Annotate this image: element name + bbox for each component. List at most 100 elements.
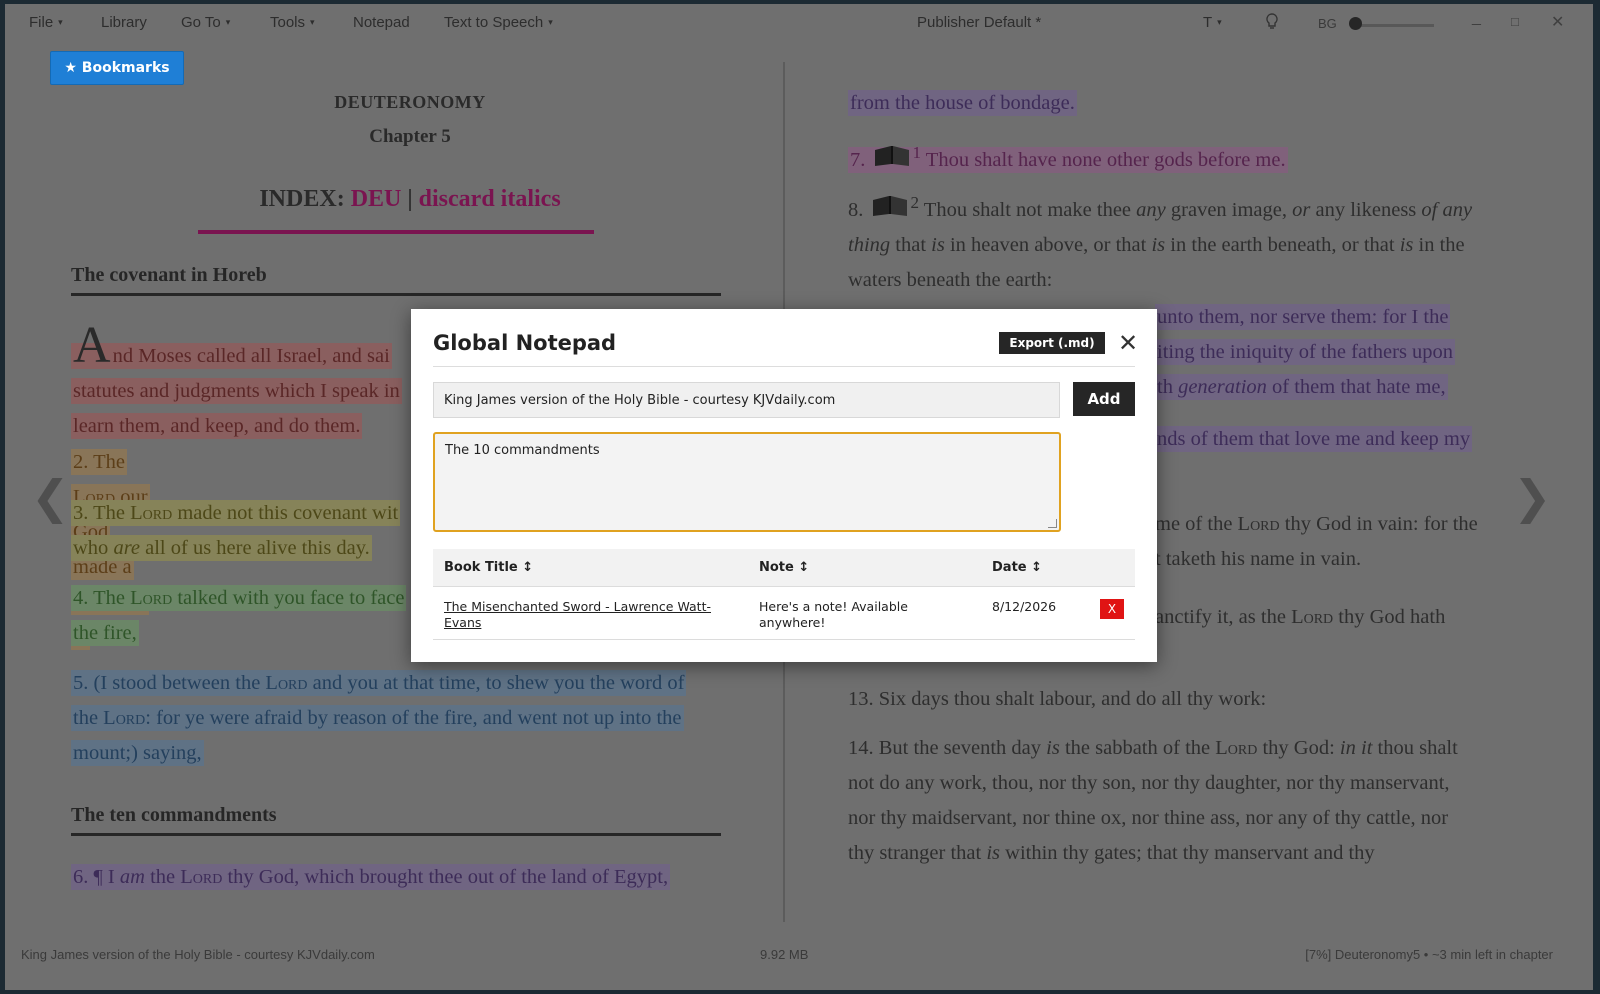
font-size-button[interactable]: T ▾ <box>1203 14 1222 31</box>
italic-word: is <box>1399 233 1414 256</box>
italic-word: am <box>119 866 145 888</box>
verse-text: thy God hath <box>1333 606 1446 628</box>
verse-3-line-1: 3. The Lord made not this covenant wit <box>71 500 401 526</box>
menu-library[interactable]: Library <box>101 14 147 31</box>
index-deu-link[interactable]: DEU <box>351 186 402 212</box>
book-icon[interactable] <box>873 144 911 168</box>
publisher-theme-label[interactable]: Publisher Default * <box>917 14 1041 31</box>
status-size: 9.92 MB <box>760 947 809 962</box>
status-source: King James version of the Holy Bible - c… <box>21 947 375 962</box>
footnote-marker[interactable]: 1 <box>913 143 922 162</box>
status-progress: [7%] Deuteronomy5 • ~3 min left in chapt… <box>1305 947 1553 962</box>
column-book-title[interactable]: Book Title ↕ <box>444 560 533 575</box>
menu-tools[interactable]: Tools ▾ <box>270 14 315 31</box>
italic-word: of any <box>1421 198 1473 221</box>
verse-3-line-2: who are all of us here alive this day. <box>71 535 372 561</box>
verse-text: nd Moses called all Israel, and sai <box>112 345 390 367</box>
verse-text: : for ye were afraid by reason of the fi… <box>145 707 682 729</box>
column-note[interactable]: Note ↕ <box>759 560 809 575</box>
discard-italics-link[interactable]: discard italics <box>419 186 561 212</box>
close-window-button[interactable]: ✕ <box>1551 12 1564 32</box>
verse-text: th <box>1157 376 1179 398</box>
section-heading: The covenant in Horeb <box>71 264 721 296</box>
verse-line: th generation of them that hate me, <box>1155 374 1448 400</box>
add-note-button[interactable]: Add <box>1073 382 1135 416</box>
next-page-icon[interactable]: ❯ <box>1513 470 1552 524</box>
verse-5-line-1: 5. (I stood between the Lord and you at … <box>71 670 687 696</box>
verse-5[interactable]: 5. (I stood between the Lord and you at … <box>71 666 771 771</box>
chapter-title: Chapter 5 <box>369 126 451 147</box>
verse-text: 14. But the seventh day <box>848 737 1047 759</box>
verse-11-partial[interactable]: me of the Lord thy God in vain: for the … <box>1155 507 1515 577</box>
close-icon[interactable]: ✕ <box>1118 331 1138 355</box>
menu-text-to-speech[interactable]: Text to Speech ▾ <box>444 14 553 31</box>
minimize-button[interactable]: _ <box>1472 9 1481 27</box>
verse-text: any likeness <box>1310 198 1422 221</box>
verse-text: 3. The <box>73 502 131 524</box>
drop-cap: A <box>73 317 111 374</box>
verse-14[interactable]: 14. But the seventh day is the sabbath o… <box>848 731 1508 871</box>
verse-number: 8. <box>848 198 864 221</box>
prev-page-icon[interactable]: ❮ <box>31 470 70 524</box>
verse-12-partial[interactable]: anctify it, as the Lord thy God hath <box>1155 600 1515 635</box>
verse-text: and you at that time, to shew you the wo… <box>307 672 685 694</box>
verse-8[interactable]: 8. 2 Thou shalt not make thee any graven… <box>848 185 1508 298</box>
italic-word: or <box>1292 198 1311 221</box>
italic-word: is <box>1046 737 1060 759</box>
verse-text: thy God, which brought thee out of the l… <box>222 866 669 888</box>
verse-line: iting the iniquity of the fathers upon <box>1155 339 1456 365</box>
note-textarea[interactable]: The 10 commandments <box>433 432 1061 532</box>
menu-file-label: File <box>29 14 54 31</box>
verse-9-partial[interactable]: unto them, nor serve them: for I the iti… <box>1155 300 1515 405</box>
bg-slider-handle[interactable] <box>1349 17 1362 30</box>
verse-text: waters beneath the earth: <box>848 268 1053 291</box>
notes-table-header: Book Title ↕ Note ↕ Date ↕ <box>433 549 1135 587</box>
verse-1-line-1: And Moses called all Israel, and sai <box>71 320 392 372</box>
book-icon[interactable] <box>871 194 909 218</box>
verse-text: talked with you face to face <box>172 587 405 609</box>
verse-text: the <box>73 707 104 729</box>
book-title-link[interactable]: The Misenchanted Sword - Lawrence Watt- … <box>444 599 734 631</box>
chevron-down-icon: ▾ <box>310 17 315 27</box>
verse-text: in heaven above, or that <box>944 233 1152 256</box>
verse-10-partial[interactable]: nds of them that love me and keep my <box>1155 422 1515 457</box>
menu-goto[interactable]: Go To ▾ <box>181 14 230 31</box>
bookmarks-button[interactable]: ★ Bookmarks <box>50 51 184 85</box>
export-md-button[interactable]: Export (.md) <box>999 332 1105 354</box>
index-prefix: INDEX: <box>259 186 345 212</box>
verse-1-line-3: learn them, and keep, and do them. <box>71 413 363 439</box>
menu-file[interactable]: File ▾ <box>29 14 63 31</box>
status-bar: King James version of the Holy Bible - c… <box>5 944 1593 966</box>
verse-text: Thou shalt have none other gods before m… <box>921 148 1286 171</box>
bg-label: BG <box>1318 16 1337 31</box>
verse-text: the <box>144 866 181 888</box>
chevron-down-icon: ▾ <box>1217 17 1222 27</box>
chevron-down-icon: ▾ <box>548 17 553 27</box>
column-date[interactable]: Date ↕ <box>992 560 1042 575</box>
verse-text: nor thy maidservant, nor thine ox, nor t… <box>848 807 1449 829</box>
verse-text: within thy gates; that thy manservant an… <box>1000 842 1375 864</box>
resize-handle-icon[interactable] <box>1048 519 1057 528</box>
global-notepad-dialog: Global Notepad Export (.md) ✕ King James… <box>411 309 1157 662</box>
lightbulb-icon[interactable] <box>1265 13 1279 35</box>
maximize-button[interactable]: □ <box>1511 14 1519 29</box>
verse-6[interactable]: 6. ¶ I am the Lord thy God, which brough… <box>71 860 771 895</box>
italic-word: in it <box>1339 737 1373 759</box>
verse-text: in the earth beneath, or that <box>1165 233 1400 256</box>
menu-notepad[interactable]: Notepad <box>353 14 410 31</box>
footnote-marker[interactable]: 2 <box>911 193 920 212</box>
verse-line: unto them, nor serve them: for I the <box>1155 304 1451 330</box>
verse-7[interactable]: 7. 1 Thou shalt have none other gods bef… <box>848 135 1508 178</box>
date-cell: 8/12/2026 <box>992 599 1057 614</box>
cell-text: Evans <box>444 615 482 630</box>
italic-word: thing <box>848 233 891 256</box>
bg-slider-track[interactable] <box>1354 24 1434 27</box>
delete-note-button[interactable]: X <box>1100 599 1124 619</box>
verse-13[interactable]: 13. Six days thou shalt labour, and do a… <box>848 682 1508 717</box>
note-text: The 10 commandments <box>445 443 600 458</box>
note-cell: Here's a note! Available anywhere! <box>759 599 959 631</box>
verse-line: from the house of bondage. <box>848 90 1077 116</box>
verse-6-end[interactable]: from the house of bondage. <box>848 86 1508 121</box>
index-separator: | <box>401 186 419 212</box>
book-source-input[interactable]: King James version of the Holy Bible - c… <box>433 382 1060 418</box>
